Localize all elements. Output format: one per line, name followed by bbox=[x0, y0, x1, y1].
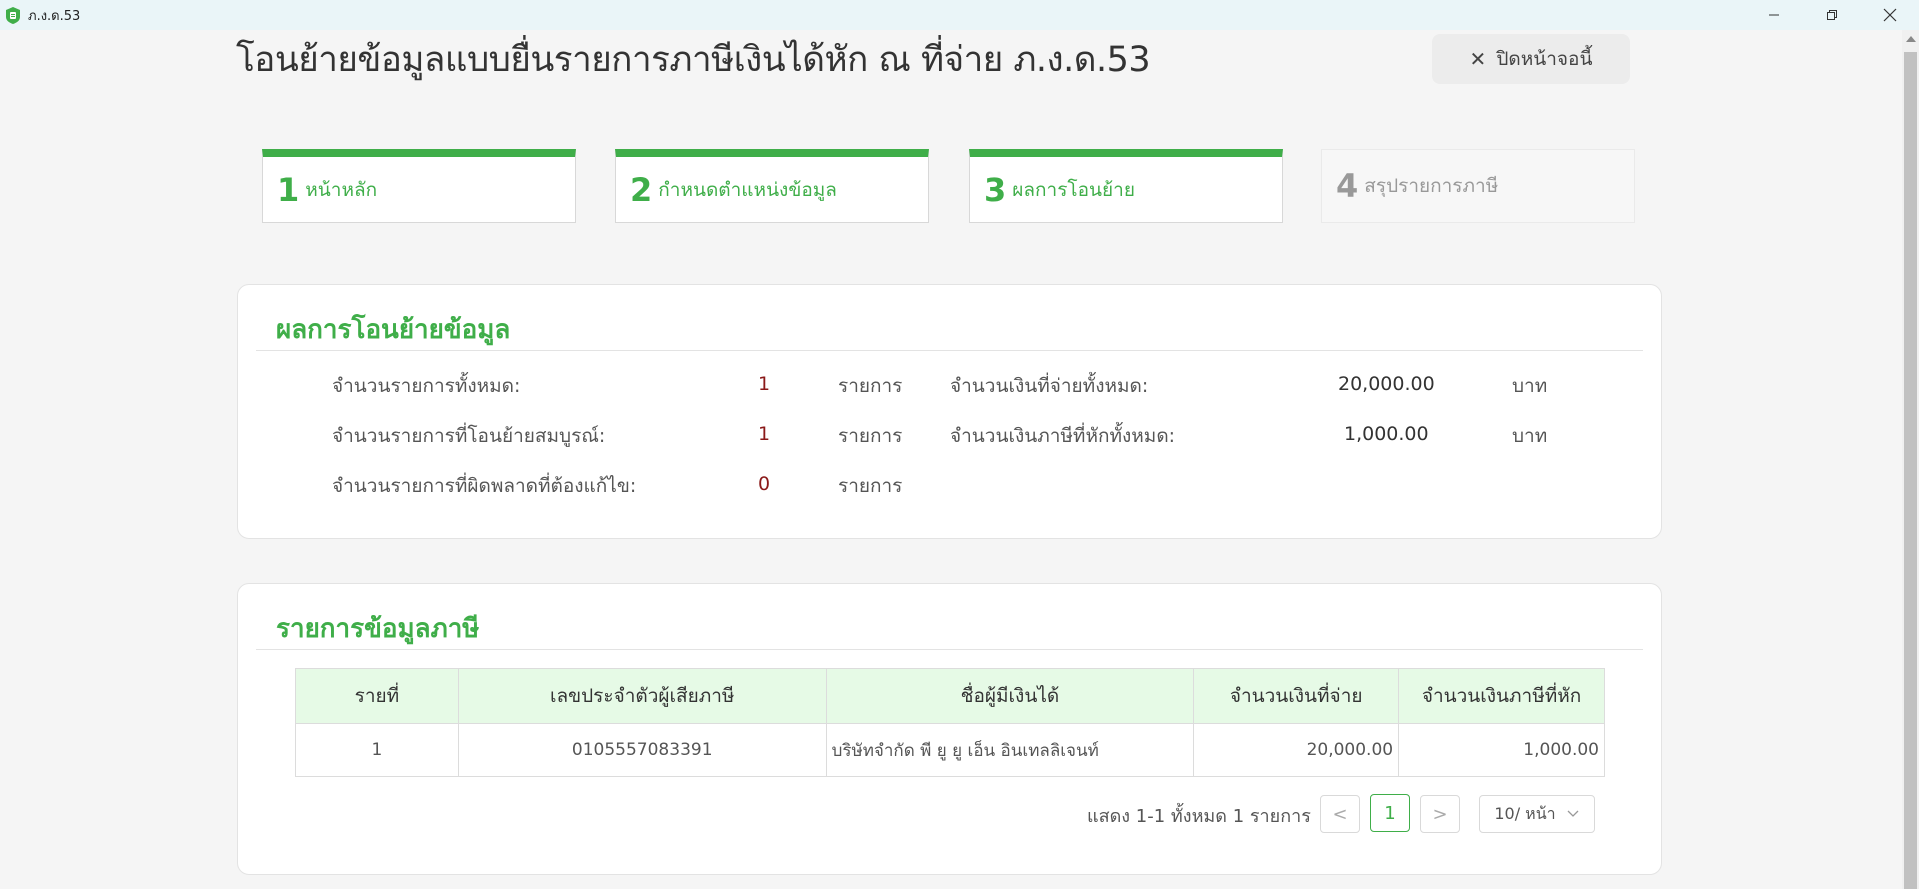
window-close-button[interactable] bbox=[1861, 0, 1919, 30]
restore-button[interactable] bbox=[1803, 0, 1861, 30]
total-tax-value: 1,000.00 bbox=[1344, 423, 1429, 445]
error-items-value: 0 bbox=[758, 473, 771, 495]
page-size-value: 10/ หน้า bbox=[1494, 803, 1556, 823]
step-label: กำหนดตำแหน่งข้อมูล bbox=[658, 178, 837, 201]
table-header-row: รายที่ เลขประจำตัวผู้เสียภาษี ชื่อผู้มีเ… bbox=[295, 668, 1605, 724]
total-items-value: 1 bbox=[758, 373, 771, 395]
items-unit: รายการ bbox=[838, 425, 903, 447]
close-x-icon: ✕ bbox=[1469, 47, 1487, 71]
step-number: 4 bbox=[1336, 167, 1359, 205]
total-items-label: จำนวนรายการทั้งหมด: bbox=[332, 375, 521, 397]
page-size-select[interactable]: 10/ หน้า bbox=[1479, 795, 1595, 833]
minimize-button[interactable] bbox=[1745, 0, 1803, 30]
next-page-button[interactable]: > bbox=[1420, 795, 1460, 833]
step-tax-summary[interactable]: 4 สรุปรายการภาษี bbox=[1321, 149, 1635, 223]
close-page-button[interactable]: ✕ ปิดหน้าจอนี้ bbox=[1432, 34, 1630, 84]
chevron-left-icon: < bbox=[1332, 803, 1348, 825]
total-paid-value: 20,000.00 bbox=[1338, 373, 1435, 395]
close-icon bbox=[1883, 8, 1897, 22]
divider bbox=[256, 350, 1643, 351]
complete-items-label: จำนวนรายการที่โอนย้ายสมบูรณ์: bbox=[332, 425, 606, 447]
minimize-icon bbox=[1769, 14, 1779, 16]
step-number: 3 bbox=[984, 170, 1007, 209]
tax-table: รายที่ เลขประจำตัวผู้เสียภาษี ชื่อผู้มีเ… bbox=[295, 668, 1605, 777]
tax-list-title: รายการข้อมูลภาษี bbox=[276, 614, 480, 644]
column-header: ชื่อผู้มีเงินได้ bbox=[825, 668, 1195, 724]
page-title: โอนย้ายข้อมูลแบบยื่นรายการภาษีเงินได้หัก… bbox=[236, 40, 1151, 80]
column-header: จำนวนเงินภาษีที่หัก bbox=[1398, 668, 1605, 724]
step-label: หน้าหลัก bbox=[305, 178, 378, 201]
pagination-info: แสดง 1-1 ทั้งหมด 1 รายการ bbox=[1087, 806, 1311, 827]
column-header: จำนวนเงินที่จ่าย bbox=[1193, 668, 1400, 724]
total-paid-label: จำนวนเงินที่จ่ายทั้งหมด: bbox=[950, 375, 1149, 397]
app-icon bbox=[6, 6, 20, 24]
chevron-right-icon: > bbox=[1432, 803, 1448, 825]
scroll-thumb[interactable] bbox=[1904, 52, 1917, 889]
transfer-result-title: ผลการโอนย้ายข้อมูล bbox=[276, 315, 511, 345]
step-mapping[interactable]: 2 กำหนดตำแหน่งข้อมูล bbox=[615, 149, 929, 223]
chevron-down-icon bbox=[1567, 810, 1579, 817]
taxpayer-id: 0105557083391 bbox=[457, 723, 827, 777]
step-main[interactable]: 1 หน้าหลัก bbox=[262, 149, 576, 223]
page-number: 1 bbox=[1384, 802, 1396, 824]
step-transfer-result[interactable]: 3 ผลการโอนย้าย bbox=[969, 149, 1283, 223]
tax-withheld: 1,000.00 bbox=[1398, 723, 1605, 777]
column-header: เลขประจำตัวผู้เสียภาษี bbox=[457, 668, 827, 724]
vertical-scrollbar[interactable] bbox=[1902, 30, 1919, 889]
step-label: ผลการโอนย้าย bbox=[1012, 178, 1135, 201]
step-number: 2 bbox=[630, 170, 653, 209]
amount-paid: 20,000.00 bbox=[1193, 723, 1400, 777]
scroll-up-arrow-icon[interactable] bbox=[1906, 36, 1916, 42]
close-page-label: ปิดหน้าจอนี้ bbox=[1496, 48, 1593, 70]
prev-page-button[interactable]: < bbox=[1320, 795, 1360, 833]
row-number: 1 bbox=[295, 723, 459, 777]
page-1-button[interactable]: 1 bbox=[1370, 794, 1410, 832]
items-unit: รายการ bbox=[838, 375, 903, 397]
table-row[interactable]: 1 0105557083391 บริษัทจำกัด พี ยู ยู เอ็… bbox=[295, 723, 1605, 777]
complete-items-value: 1 bbox=[758, 423, 771, 445]
error-items-label: จำนวนรายการที่ผิดพลาดที่ต้องแก้ไข: bbox=[332, 475, 637, 497]
transfer-result-card: ผลการโอนย้ายข้อมูล จำนวนรายการทั้งหมด: 1… bbox=[237, 284, 1662, 539]
step-label: สรุปรายการภาษี bbox=[1364, 175, 1499, 197]
window-title: ภ.ง.ด.53 bbox=[28, 8, 81, 24]
total-tax-label: จำนวนเงินภาษีที่หักทั้งหมด: bbox=[950, 425, 1176, 447]
column-header: รายที่ bbox=[295, 668, 459, 724]
items-unit: รายการ bbox=[838, 475, 903, 497]
window-titlebar: ภ.ง.ด.53 bbox=[0, 0, 1919, 30]
tax-list-card: รายการข้อมูลภาษี รายที่ เลขประจำตัวผู้เส… bbox=[237, 583, 1662, 875]
payee-name: บริษัทจำกัด พี ยู ยู เอ็น อินเทลลิเจนท์ bbox=[825, 723, 1195, 777]
step-number: 1 bbox=[277, 170, 300, 209]
divider bbox=[256, 649, 1643, 650]
money-unit: บาท bbox=[1512, 375, 1548, 397]
money-unit: บาท bbox=[1512, 425, 1548, 447]
restore-icon bbox=[1827, 10, 1837, 20]
